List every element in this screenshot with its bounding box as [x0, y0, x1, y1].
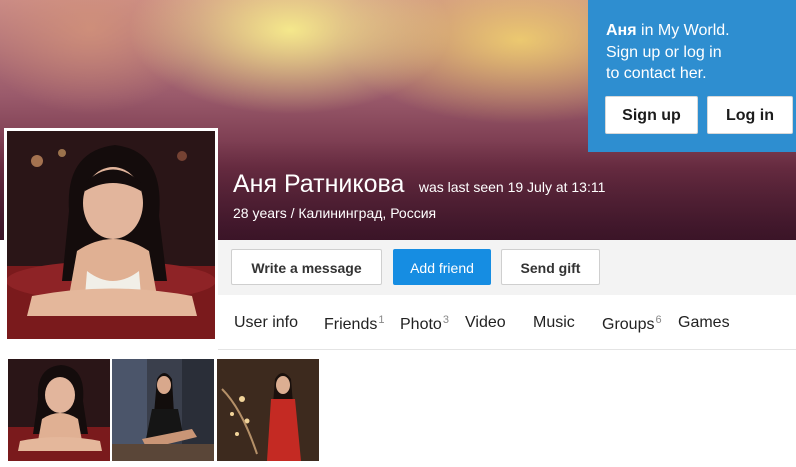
avatar-photo [7, 131, 215, 339]
promo-line1: in My World. [636, 22, 730, 39]
profile-avatar[interactable] [4, 128, 218, 342]
tab-label: Groups [602, 316, 655, 333]
write-message-button[interactable]: Write a message [231, 249, 382, 285]
last-seen-status: was last seen 19 July at 13:11 [418, 179, 606, 195]
log-in-button[interactable]: Log in [707, 96, 793, 134]
profile-name: Аня Ратникова [233, 170, 405, 198]
tab-friends[interactable]: Friends1 [324, 314, 384, 334]
signup-promo-box: Аня in My World. Sign up or log in to co… [588, 0, 796, 152]
tab-label: Photo [400, 316, 442, 333]
promo-user-name: Аня [606, 22, 637, 39]
send-gift-button[interactable]: Send gift [501, 249, 600, 285]
photo-thumbnail[interactable] [8, 359, 110, 461]
photo-thumbnail[interactable] [217, 359, 319, 461]
add-friend-button[interactable]: Add friend [393, 249, 491, 285]
tab-label: Video [465, 314, 506, 331]
tab-groups[interactable]: Groups6 [602, 314, 662, 334]
tab-count: 3 [442, 314, 449, 326]
promo-line2: Sign up or log in [606, 43, 722, 61]
promo-line3: to contact her. [606, 65, 707, 82]
profile-header: Аня Ратникова was last seen 19 July at 1… [233, 170, 605, 221]
profile-details: 28 years / Калининград, Россия [233, 205, 437, 221]
tab-label: Friends [324, 316, 378, 333]
tab-games[interactable]: Games [678, 314, 730, 332]
tab-label: User info [234, 314, 299, 331]
tab-music[interactable]: Music [533, 314, 575, 332]
tab-count: 6 [655, 314, 662, 326]
tab-label: Games [678, 314, 730, 331]
promo-text: Аня in My World. Sign up or log in to co… [606, 20, 730, 85]
tab-video[interactable]: Video [465, 314, 506, 332]
tab-count: 1 [378, 314, 385, 326]
photo-thumbnail[interactable] [112, 359, 214, 461]
tab-user-info[interactable]: User info [234, 314, 298, 332]
profile-tabs: User info Friends1 Photo3 Video Music Gr… [218, 296, 796, 350]
action-bar: Write a message Add friend Send gift [218, 240, 796, 295]
tab-label: Music [533, 314, 575, 331]
sign-up-button[interactable]: Sign up [605, 96, 698, 134]
tab-photo[interactable]: Photo3 [400, 314, 449, 334]
